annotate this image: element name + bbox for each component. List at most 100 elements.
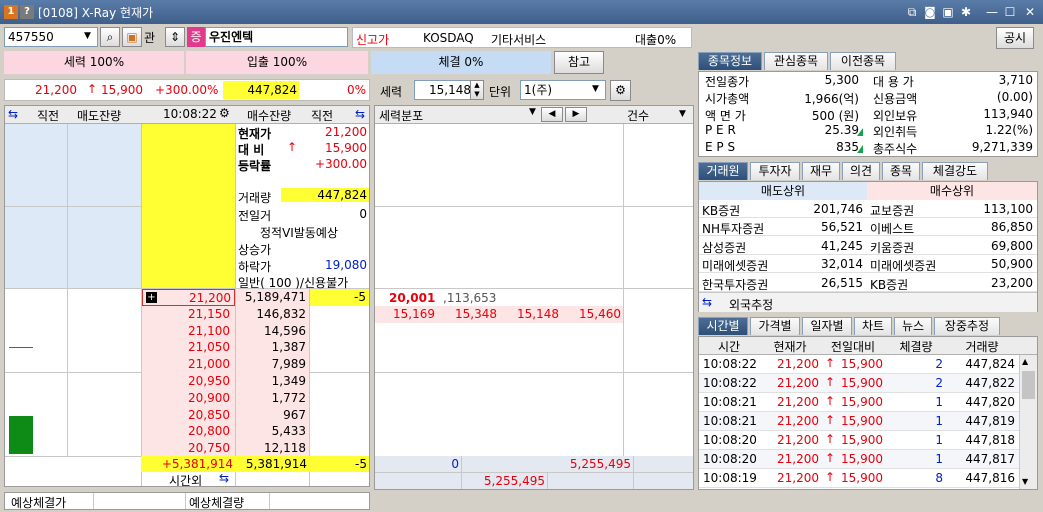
- minimize-icon[interactable]: —: [984, 4, 1000, 20]
- close-icon[interactable]: ✕: [1022, 4, 1038, 20]
- expand-plus-icon[interactable]: +: [146, 292, 157, 303]
- dropdown-arrow-icon[interactable]: ▼: [84, 31, 91, 41]
- tr-qty: 1: [935, 414, 943, 428]
- ask-row: 21,150 146,832: [5, 305, 369, 323]
- tab-news[interactable]: 뉴스: [894, 317, 932, 335]
- price-row: 21,200 ↑ 15,900 +300.00% 447,824 0%: [4, 79, 370, 101]
- tr-price: 21,200: [777, 395, 819, 409]
- scroll-up-icon[interactable]: ▲: [1022, 357, 1028, 366]
- si-label-right: 총주식수: [873, 142, 918, 157]
- triangle-marker-icon: [857, 145, 863, 154]
- ask-price: 20,800: [188, 424, 230, 439]
- ask-price-cell[interactable]: 21,200 +: [142, 289, 235, 306]
- info-diff-label: 대 비: [238, 143, 265, 157]
- tr-time: 10:08:22: [703, 357, 757, 371]
- tab-chart[interactable]: 차트: [854, 317, 892, 335]
- dist-dropdown-icon[interactable]: ▼: [529, 107, 536, 117]
- dist-r1-a: 20,001: [389, 291, 436, 305]
- tab-item[interactable]: 종목: [882, 162, 920, 180]
- order-book-header: ⇆ 직전 매도잔량 10:08:22 ⚙ 매수잔량 직전 ⇆: [5, 106, 369, 124]
- dist-r1-b: ,113,653: [443, 291, 497, 305]
- link-icon[interactable]: ⧉: [904, 4, 920, 20]
- window-icon[interactable]: ▣: [122, 27, 142, 47]
- ask-qty-cell: 12,118: [236, 440, 309, 458]
- tab-opinion[interactable]: 의견: [842, 162, 880, 180]
- lock-icon[interactable]: ▣: [940, 4, 956, 20]
- broker-row: NH투자증권 56,521 이베스트 86,850: [699, 218, 1037, 237]
- order-book: ⇆ 직전 매도잔량 10:08:22 ⚙ 매수잔량 직전 ⇆ 현재가 21,20…: [4, 105, 370, 487]
- tr-up-arrow-icon: ↑: [825, 356, 836, 370]
- dist-prev-icon[interactable]: ◀: [541, 107, 563, 122]
- camera-icon[interactable]: ◙: [922, 4, 938, 20]
- foreign-swap-icon[interactable]: ⇆: [702, 295, 712, 309]
- si-value-right: 9,271,339: [971, 140, 1033, 155]
- ask-price-cell[interactable]: 20,800: [142, 423, 235, 441]
- tr-price: 21,200: [777, 452, 819, 466]
- info-vol-label: 거래량: [238, 191, 272, 205]
- ask-price-cell[interactable]: 20,950: [142, 373, 235, 390]
- tab-broker[interactable]: 거래원: [698, 162, 748, 180]
- ask-price-cell[interactable]: 21,100: [142, 322, 235, 340]
- ask-qty: 5,433: [271, 424, 306, 439]
- settings-gear-icon[interactable]: ⚙: [610, 80, 631, 101]
- time-row: 10:08:21 21,200 ↑ 15,900 1 447,820: [699, 393, 1019, 412]
- count-dropdown-icon[interactable]: ▼: [679, 109, 686, 119]
- ask-row: 21,100 14,596: [5, 322, 369, 340]
- help-icon[interactable]: ?: [20, 5, 34, 19]
- tab-intraday[interactable]: 장중추정: [934, 317, 1000, 335]
- updown-icon[interactable]: ⇕: [165, 27, 185, 47]
- th-price: 현재가: [773, 340, 807, 354]
- tab-by-time[interactable]: 시간별: [698, 317, 748, 335]
- time-tabs: 시간별 가격별 일자별 차트 뉴스 장중추정: [698, 317, 1038, 337]
- tr-diff: 15,900: [841, 452, 883, 466]
- si-label-left: 시가총액: [705, 91, 750, 106]
- ask-price-cell[interactable]: 21,000: [142, 356, 235, 374]
- si-value-right: 113,940: [983, 106, 1033, 121]
- ask-price-cell[interactable]: 21,050: [142, 339, 235, 357]
- green-line: [9, 347, 33, 348]
- tab-by-price[interactable]: 가격별: [750, 317, 800, 335]
- search-icon[interactable]: ⌕: [100, 27, 120, 47]
- tr-diff: 15,900: [841, 357, 883, 371]
- gwan-label[interactable]: 관: [144, 29, 155, 46]
- tr-volume: 447,822: [965, 376, 1015, 390]
- time-gear-icon[interactable]: ⚙: [219, 106, 230, 120]
- ask-price-cell[interactable]: 20,900: [142, 389, 235, 407]
- dist-next-icon[interactable]: ▶: [565, 107, 587, 122]
- unit-dropdown-icon[interactable]: ▼: [592, 84, 599, 94]
- ask-qty: 14,596: [264, 323, 306, 338]
- force-spinner-icon[interactable]: ▲ ▼: [470, 80, 484, 100]
- time-scrollbar[interactable]: ▲ ▼: [1019, 355, 1037, 489]
- ask-price-cell[interactable]: 20,750: [142, 440, 235, 458]
- gear-icon[interactable]: ✱: [958, 4, 974, 20]
- scroll-thumb[interactable]: [1022, 371, 1035, 399]
- broker-sell-qty: 201,746: [813, 202, 863, 216]
- ask-price: 20,950: [188, 374, 230, 388]
- reference-button[interactable]: 참고: [554, 51, 604, 74]
- tab-previous[interactable]: 이전종목: [830, 52, 896, 70]
- tab-stock-info[interactable]: 종목정보: [698, 52, 762, 70]
- ask-qty: 12,118: [264, 441, 306, 456]
- maximize-icon[interactable]: ☐: [1002, 4, 1018, 20]
- scroll-down-icon[interactable]: ▼: [1022, 477, 1028, 486]
- dist-count-label: 건수: [627, 109, 650, 123]
- dist-r2: 15,169 15,348 15,148 15,460: [375, 306, 623, 323]
- tab-investor[interactable]: 투자자: [750, 162, 800, 180]
- time-row: 10:08:22 21,200 ↑ 15,900 2 447,822: [699, 374, 1019, 393]
- force-input[interactable]: 15,148: [414, 80, 476, 100]
- tab-strength[interactable]: 체결강도: [922, 162, 988, 180]
- swap-icon[interactable]: ⇆: [8, 107, 18, 121]
- info-cur-label: 현재가: [238, 127, 272, 141]
- tr-time: 10:08:20: [703, 433, 757, 447]
- ask-price-cell[interactable]: 21,150: [142, 305, 235, 323]
- tr-diff: 15,900: [841, 395, 883, 409]
- after-hours-swap-icon[interactable]: ⇆: [219, 471, 229, 485]
- tab-watchlist[interactable]: 관심종목: [764, 52, 828, 70]
- ask-price-cell[interactable]: 20,850: [142, 406, 235, 424]
- notice-button[interactable]: 공시: [996, 27, 1034, 49]
- swap-icon-right[interactable]: ⇆: [355, 107, 365, 121]
- tab-finance[interactable]: 재무: [802, 162, 840, 180]
- tr-time: 10:08:19: [703, 471, 757, 485]
- tab-by-day[interactable]: 일자별: [802, 317, 852, 335]
- ask-price: 21,050: [188, 340, 230, 355]
